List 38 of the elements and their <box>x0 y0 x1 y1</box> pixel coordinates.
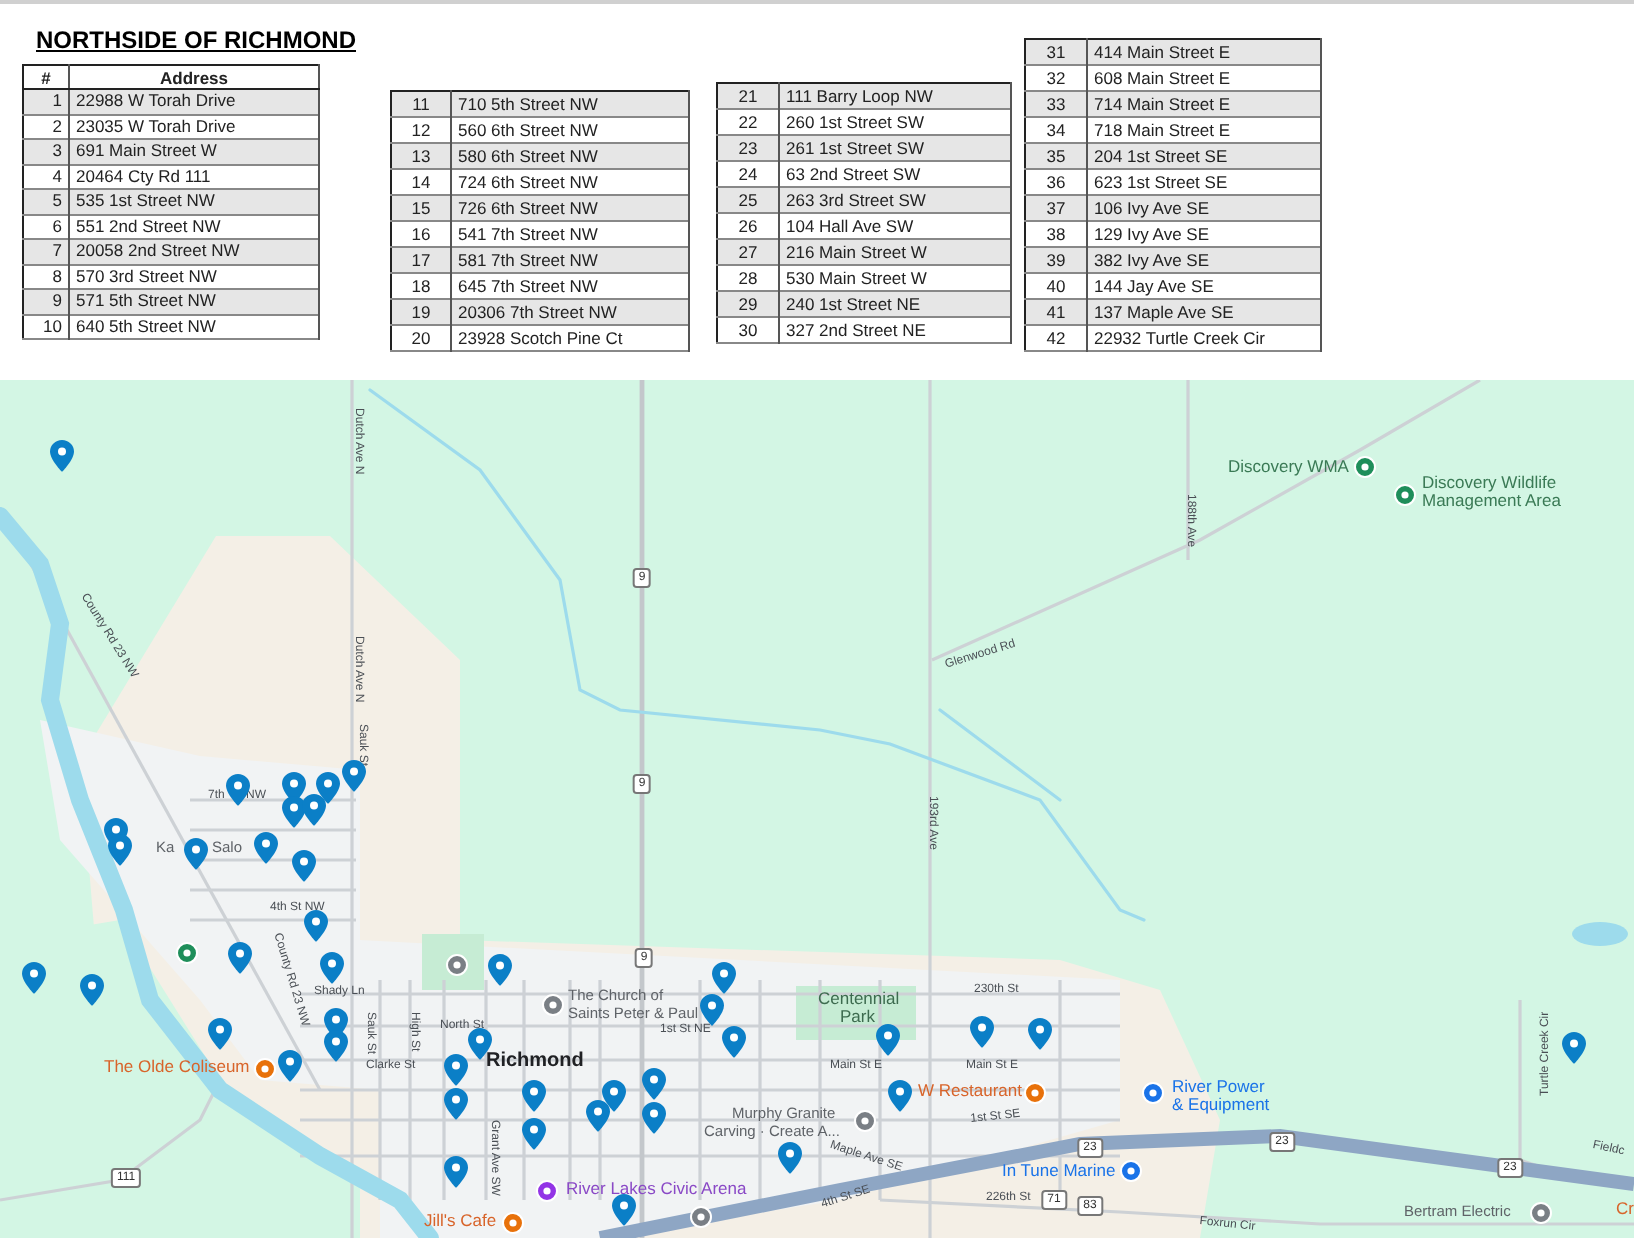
map-label: River Power <box>1172 1078 1265 1095</box>
map-label: Richmond <box>486 1052 584 1072</box>
map-label: Management Area <box>1422 492 1561 509</box>
address-cell: 20058 2nd Street NW <box>69 239 319 264</box>
address-cell: 571 5th Street NW <box>69 289 319 314</box>
map-label: Discovery WMA <box>1228 458 1349 475</box>
number-cell: 1 <box>23 89 69 114</box>
column-header: Address <box>69 65 319 89</box>
column-header: # <box>23 65 69 89</box>
place-marker-icon[interactable] <box>1353 455 1375 477</box>
address-cell: 640 5th Street NW <box>69 314 319 339</box>
number-cell: 5 <box>23 189 69 214</box>
map-label: Centennial <box>818 990 900 1007</box>
map-label: Jill's Cafe <box>424 1212 497 1229</box>
map-label: The Olde Coliseum <box>104 1058 250 1075</box>
number-cell: 42 <box>1025 325 1087 351</box>
place-marker-icon[interactable] <box>1393 483 1415 505</box>
address-cell: 535 1st Street NW <box>69 189 319 214</box>
map-label: River Lakes Civic Arena <box>566 1180 747 1197</box>
map-label: W Restaurant <box>918 1082 1022 1099</box>
place-marker-icon[interactable] <box>1529 1201 1551 1223</box>
map-label: & Equipment <box>1172 1096 1270 1113</box>
number-cell: 30 <box>717 317 779 343</box>
map-label: In Tune Marine <box>1002 1162 1116 1179</box>
number-cell: 3 <box>23 139 69 164</box>
number-cell: 7 <box>23 239 69 264</box>
page-title: NORTHSIDE OF RICHMOND <box>36 26 356 54</box>
address-cell: 327 2nd Street NE <box>779 317 1011 343</box>
address-cell: 691 Main Street W <box>69 139 319 164</box>
map-label: Discovery Wildlife <box>1422 474 1557 491</box>
number-cell: 20 <box>391 325 451 351</box>
address-cell: 22988 W Torah Drive <box>69 89 319 114</box>
number-cell: 9 <box>23 289 69 314</box>
address-cell: 23928 Scotch Pine Ct <box>451 325 689 351</box>
address-cell: 22932 Turtle Creek Cir <box>1087 325 1321 351</box>
number-cell: 10 <box>23 314 69 339</box>
map-label: Park <box>840 1008 875 1025</box>
map-label: Cr <box>1616 1200 1634 1217</box>
